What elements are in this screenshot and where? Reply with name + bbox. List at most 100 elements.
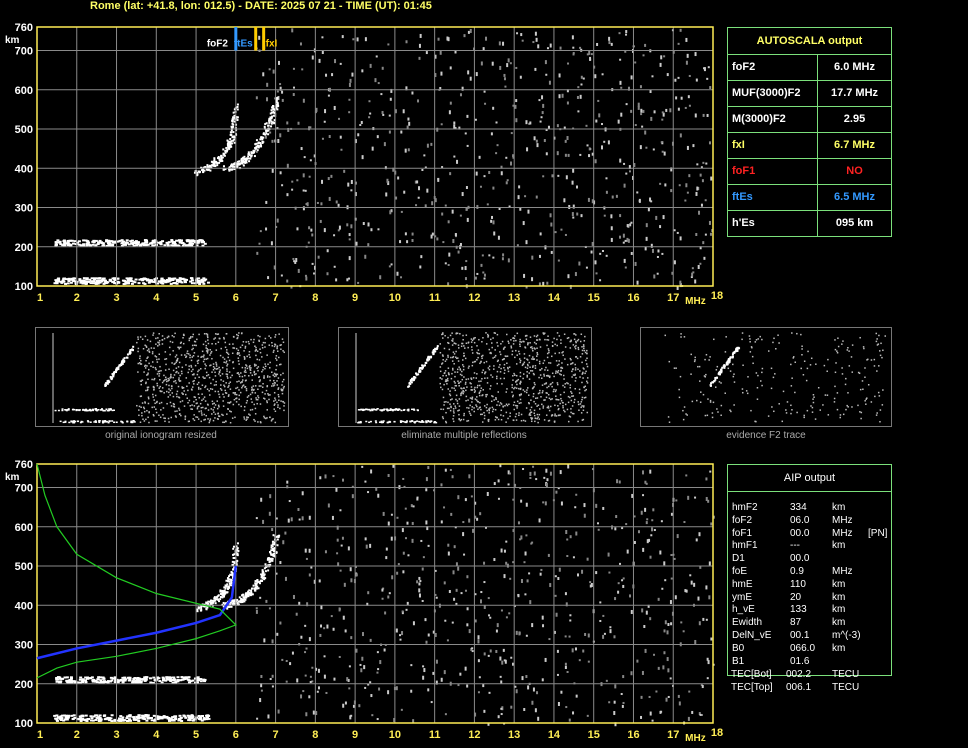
aip-cell: 066.0 — [790, 642, 816, 654]
x-axis-unit: MHz — [685, 296, 706, 307]
y-tick-label: 400 — [15, 600, 33, 612]
aip-cell: km — [832, 604, 846, 616]
y-tick-label: 760 — [15, 22, 33, 34]
y-tick-label: 700 — [15, 483, 33, 495]
aip-cell: MHz — [832, 527, 853, 539]
autoscala-value: 6.5 MHz — [834, 191, 875, 203]
y-axis-unit: km — [5, 472, 20, 483]
marker-label-fof2: foF2 — [207, 39, 229, 50]
thumbnail-speckle — [355, 332, 589, 424]
y-tick-label: 200 — [15, 242, 33, 254]
aip-cell: km — [832, 578, 846, 590]
tec-cell: 006.1 — [786, 681, 812, 693]
x-tick-label: 1 — [37, 729, 43, 741]
x-tick-label: 10 — [389, 292, 401, 304]
aip-cell: 06.0 — [790, 514, 810, 526]
autoscala-title: AUTOSCALA output — [728, 28, 891, 55]
autoscala-output-panel: AUTOSCALA output foF2 6.0 MHz MUF(3000)F2 1… — [727, 27, 892, 237]
x-tick-label: 18 — [711, 727, 723, 739]
thumbnail-multiple-reflections — [338, 327, 592, 427]
autoscala-value: 095 km — [835, 217, 874, 229]
autoscala-key: MUF(3000)F2 — [728, 81, 818, 106]
aip-cell: foF1 — [732, 527, 753, 539]
x-tick-label: 15 — [588, 292, 600, 304]
autoscala-key: M(3000)F2 — [728, 107, 818, 132]
autoscala-row: foF2 6.0 MHz — [728, 55, 891, 81]
aip-cell: 110 — [790, 578, 806, 590]
thumbnail-caption: evidence F2 trace — [726, 430, 806, 441]
tec-cell: TECU — [832, 669, 860, 680]
aip-cell: hmF1 — [732, 540, 758, 552]
aip-output-panel: AIP output hmF2 334 km foF2 06.0 MHz foF1 00.0 M… — [727, 464, 892, 676]
page-title: Rome (lat: +41.8, lon: 012.5) - DATE: 20… — [90, 0, 432, 12]
aip-cell: hmE — [732, 578, 753, 590]
x-tick-label: 11 — [429, 729, 441, 741]
aip-cell: Ewidth — [732, 617, 763, 629]
y-tick-label: 500 — [15, 124, 33, 136]
x-tick-label: 11 — [429, 292, 441, 304]
autoscala-row: fxI 6.7 MHz — [728, 133, 891, 159]
x-tick-label: 16 — [627, 729, 639, 741]
aip-cell: ymE — [732, 591, 752, 603]
autoscala-row: foF1 NO — [728, 159, 891, 185]
x-tick-label: 12 — [468, 292, 480, 304]
thumbnail-speckle — [664, 332, 887, 423]
trace-es-multiple — [55, 676, 207, 685]
y-tick-label: 300 — [15, 640, 33, 652]
y-tick-label: 700 — [15, 46, 33, 58]
aip-cell: 87 — [790, 617, 802, 629]
x-tick-label: 13 — [508, 729, 520, 741]
noise-speckle — [255, 464, 715, 727]
autoscala-value: 2.95 — [843, 113, 866, 125]
x-tick-label: 7 — [273, 729, 279, 741]
aip-cell: foE — [732, 566, 748, 577]
autoscala-value: 6.0 MHz — [834, 61, 875, 73]
aip-cell: 334 — [790, 502, 807, 513]
autoscala-value: NO — [846, 165, 863, 177]
aip-cell: 00.0 — [790, 527, 810, 539]
x-tick-label: 5 — [193, 729, 199, 741]
aip-cell: km — [832, 591, 846, 603]
aip-cell: B1 — [732, 655, 745, 667]
x-tick-label: 13 — [508, 292, 520, 304]
tec-cell: TECU — [832, 681, 860, 693]
ionogram-chart: foF2 ftEs fxI760700600500400300200100km1 2 3… — [5, 22, 723, 307]
autoscala-key: ftEs — [728, 185, 818, 210]
aip-cell: [PN] — [868, 527, 888, 539]
x-tick-label: 2 — [74, 729, 80, 741]
tec-cell: TEC[Top] — [731, 681, 773, 693]
aip-cell: 01.6 — [790, 655, 810, 667]
y-tick-label: 300 — [15, 203, 33, 215]
tec-cell: TEC[Bot] — [731, 669, 772, 680]
aip-cell: foF2 — [732, 514, 753, 526]
autoscala-key: h'Es — [728, 211, 818, 236]
aip-cell: B0 — [732, 642, 745, 654]
grid — [37, 464, 713, 723]
aip-cell: --- — [790, 540, 800, 552]
aip-cell: DelN_vE — [732, 630, 772, 641]
x-tick-label: 12 — [468, 729, 480, 741]
aip-cell: km — [832, 642, 846, 654]
y-axis-unit: km — [5, 35, 20, 46]
aip-cell: 00.0 — [790, 553, 810, 565]
thumbnail-caption: eliminate multiple reflections — [401, 430, 527, 441]
aip-cell: 0.9 — [790, 566, 804, 577]
x-tick-label: 9 — [352, 292, 358, 304]
x-tick-label: 18 — [711, 290, 723, 302]
x-tick-label: 9 — [352, 729, 358, 741]
noise-speckle — [255, 28, 714, 290]
autoscala-key: fxI — [728, 133, 818, 158]
aip-cell: 133 — [790, 604, 807, 616]
y-tick-label: 760 — [15, 459, 33, 471]
thumbnail-evidence-f2 — [640, 327, 892, 427]
y-tick-label: 100 — [15, 718, 33, 730]
aip-cell: 00.1 — [790, 630, 810, 641]
aip-cell: h_vE — [732, 604, 755, 616]
tec-cell: 002.2 — [786, 669, 812, 680]
y-tick-label: 600 — [15, 522, 33, 534]
marker-label-ftes: ftEs — [234, 39, 253, 50]
x-tick-label: 14 — [548, 292, 561, 304]
autoscala-key: foF2 — [728, 55, 818, 80]
x-tick-label: 4 — [153, 292, 160, 304]
aip-cell: km — [832, 502, 846, 513]
